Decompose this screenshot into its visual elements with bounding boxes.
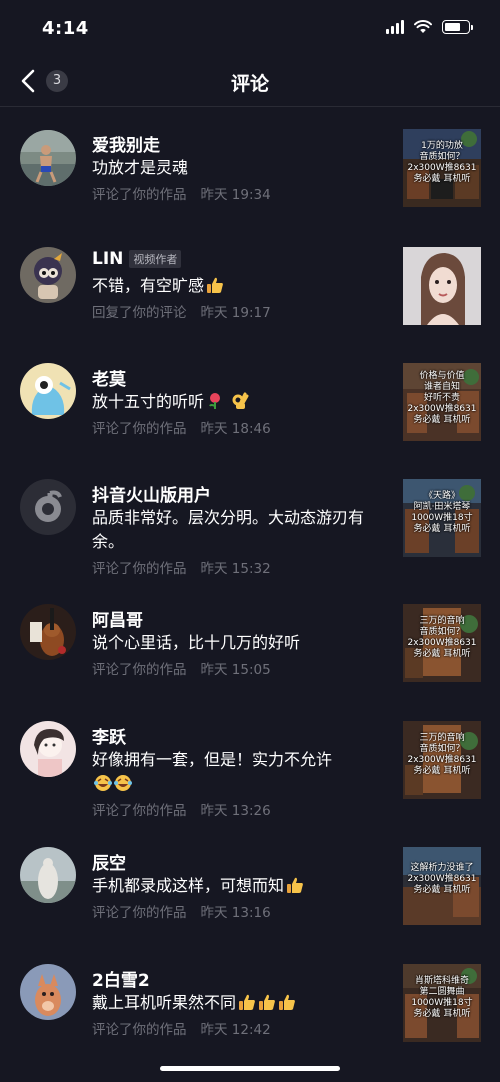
avatar[interactable] [20,964,76,1020]
battery-icon [442,20,473,34]
comment-meta: 评论了你的作品 昨天 18:46 [92,417,271,437]
comment-text: 说个心里话，比十几万的好听 [92,633,301,652]
comment-author[interactable]: 2白雪2 [92,966,150,991]
status-bar: 4:14 [0,0,500,56]
avatar[interactable] [20,721,76,777]
comment-action: 评论了你的作品 [92,662,187,678]
video-thumbnail[interactable]: 1万的功放 音质如何？ 2x300W推8631 务必戴 耳机听 [403,129,481,207]
thumbs-up-icon [287,877,303,893]
comment-author[interactable]: 抖音火山版用户 [92,481,211,506]
rose-icon [209,393,221,409]
thumbs-up-icon [279,994,295,1010]
avatar[interactable] [20,130,76,186]
comment-meta: 评论了你的作品 昨天 13:26 [92,799,271,819]
video-thumbnail[interactable]: 《天路》 阿凯·田米塔琴 1000W推18寸 务必戴 耳机听 [403,479,481,557]
ok-hand-icon [232,392,249,409]
comment-text: 手机都录成这样，可想而知 [92,874,392,898]
comment-item[interactable]: 抖音火山版用户 品质非常好。层次分明。大动态游刃有余。 评论了你的作品 昨天 15… [0,457,500,582]
comment-time: 昨天 13:16 [200,905,271,921]
video-thumbnail[interactable]: 价格与价值 谁者自知 好听不贵 2x300W推8631 务必戴 耳机听 [403,363,481,441]
comment-action: 评论了你的作品 [92,803,187,819]
laugh-cry-icon [114,775,132,791]
comment-time: 昨天 19:34 [200,187,271,203]
comment-item[interactable]: 辰空 手机都录成这样，可想而知 评论了你的作品 昨天 13:16 这解析力没谁了 … [0,825,500,942]
comment-author[interactable]: 辰空 [92,849,126,874]
comment-meta: 回复了你的评论 昨天 19:17 [92,301,271,321]
comment-text: 好像拥有一套，但是！实力不允许 [92,748,392,796]
thumbs-up-icon [207,277,223,293]
video-thumbnail[interactable]: 三万的音响 音质如何？ 2x300W推8631 务必戴 耳机听 [403,604,481,682]
comment-meta: 评论了你的作品 昨天 19:34 [92,183,271,203]
comment-item[interactable]: 阿昌哥 说个心里话，比十几万的好听 评论了你的作品 昨天 15:05 三万的音响 … [0,582,500,699]
thumbnail-caption: 这解析力没谁了 2x300W推8631 务必戴 耳机听 [407,863,477,895]
comment-text: 功放才是灵魂 [92,158,189,177]
comment-author[interactable]: 李跃 [92,723,126,748]
nav-bar: 3 评论 [0,56,500,107]
comment-time: 昨天 19:17 [200,305,271,321]
comment-action: 评论了你的作品 [92,187,187,203]
comment-item[interactable]: 李跃 好像拥有一套，但是！实力不允许 评论了你的作品 昨天 13:26 三万的音响… [0,699,500,825]
comment-list: 爱我别走 功放才是灵魂 评论了你的作品 昨天 19:34 1万的功放 音质如何？ … [0,107,500,1060]
thumbnail-caption: 《天路》 阿凯·田米塔琴 1000W推18寸 务必戴 耳机听 [411,491,473,534]
comment-meta: 评论了你的作品 昨天 15:05 [92,658,271,678]
comment-item[interactable]: LIN 视频作者 不错，有空旷感 回复了你的评论 昨天 19:17 [0,225,500,341]
comment-text: 不错，有空旷感 [92,274,392,298]
comment-action: 评论了你的作品 [92,905,187,921]
author-tag: 视频作者 [129,250,182,268]
comment-item[interactable]: 老莫 放十五寸的听听 评论了你的作品 昨天 18:46 价格与价值 谁者自知 好听… [0,341,500,457]
wifi-icon [414,20,432,33]
thumbnail-caption: 1万的功放 音质如何？ 2x300W推8631 务必戴 耳机听 [407,141,477,184]
comment-item[interactable]: 爱我别走 功放才是灵魂 评论了你的作品 昨天 19:34 1万的功放 音质如何？ … [0,107,500,225]
home-indicator[interactable] [160,1066,340,1071]
avatar[interactable] [20,847,76,903]
avatar[interactable] [20,479,76,535]
cellular-signal-icon [386,20,404,34]
comment-action: 回复了你的评论 [92,305,187,321]
comment-text: 戴上耳机听果然不同 [92,991,392,1015]
comment-time: 昨天 15:32 [200,561,271,577]
laugh-cry-icon [94,775,112,791]
comment-meta: 评论了你的作品 昨天 15:32 [92,557,271,577]
avatar[interactable] [20,363,76,419]
video-thumbnail[interactable]: 这解析力没谁了 2x300W推8631 务必戴 耳机听 [403,847,481,925]
comment-meta: 评论了你的作品 昨天 13:16 [92,901,271,921]
comment-action: 评论了你的作品 [92,421,187,437]
comment-text: 放十五寸的听听 [92,390,392,414]
thumbs-up-icon [239,994,255,1010]
video-thumbnail[interactable] [403,247,481,325]
comment-time: 昨天 15:05 [200,662,271,678]
thumbnail-caption: 三万的音响 音质如何？ 2x300W推8631 务必戴 耳机听 [407,616,477,659]
video-thumbnail[interactable]: 肖斯塔科维奇 第二圆舞曲 1000W推18寸 务必戴 耳机听 [403,964,481,1042]
avatar[interactable] [20,247,76,303]
comment-text: 品质非常好。层次分明。大动态游刃有余。 [92,508,365,551]
thumbnail-caption: 肖斯塔科维奇 第二圆舞曲 1000W推18寸 务必戴 耳机听 [411,976,473,1019]
comment-meta: 评论了你的作品 昨天 12:42 [92,1018,271,1038]
video-thumbnail[interactable]: 三万的音响 音质如何？ 2x300W推8631 务必戴 耳机听 [403,721,481,799]
thumbnail-caption: 三万的音响 音质如何？ 2x300W推8631 务必戴 耳机听 [407,733,477,776]
comment-author[interactable]: 阿昌哥 [92,606,143,631]
comment-time: 昨天 18:46 [200,421,271,437]
comment-time: 昨天 13:26 [200,803,271,819]
thumbs-up-icon [259,994,275,1010]
comment-author[interactable]: 爱我别走 [92,131,160,156]
comment-author[interactable]: LIN 视频作者 [92,249,182,269]
comment-item[interactable]: 2白雪2 戴上耳机听果然不同 评论了你的作品 昨天 12:42 肖斯塔科维奇 第二… [0,942,500,1060]
status-icons [386,20,473,34]
avatar[interactable] [20,604,76,660]
thumbnail-caption: 价格与价值 谁者自知 好听不贵 2x300W推8631 务必戴 耳机听 [407,371,477,425]
comment-time: 昨天 12:42 [200,1022,271,1038]
comment-action: 评论了你的作品 [92,561,187,577]
comment-author[interactable]: 老莫 [92,365,126,390]
comment-action: 评论了你的作品 [92,1022,187,1038]
status-time: 4:14 [42,18,89,39]
page-title: 评论 [230,73,269,95]
